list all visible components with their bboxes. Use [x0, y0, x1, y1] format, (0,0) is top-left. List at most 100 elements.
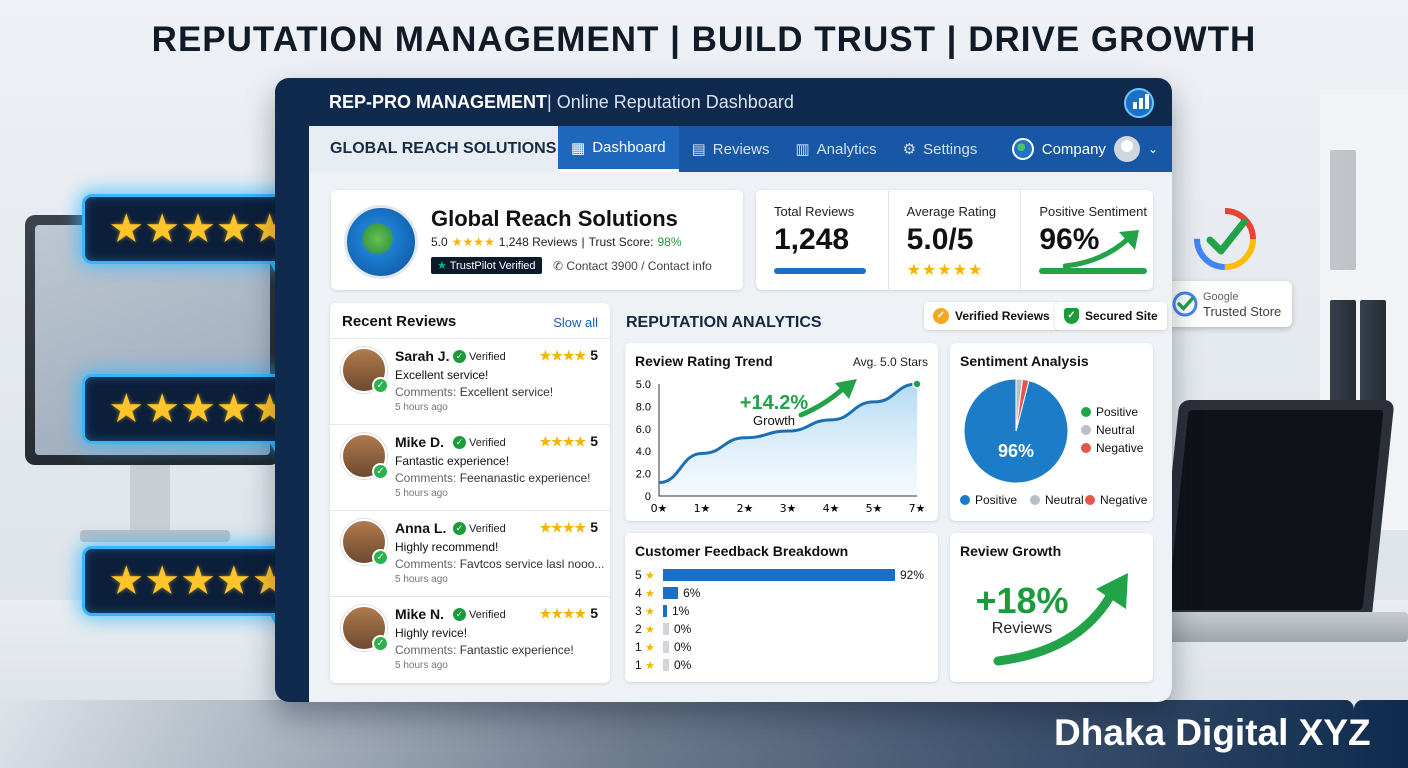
brand-mark: Dhaka Digital XYZ [1054, 712, 1371, 753]
review-score: ★★★★ 5 [540, 519, 598, 536]
stat-label: Average Rating [906, 204, 997, 219]
x-tick-label: 2★ [737, 502, 754, 515]
y-tick-label: 4.0 [636, 446, 651, 458]
x-tick-label: 0★ [651, 502, 668, 515]
growth-value: +18% [975, 580, 1068, 621]
feedback-percent: 1% [672, 604, 690, 618]
reviewer-name: Anna L. [395, 520, 447, 536]
check-icon: ✓ [933, 308, 949, 324]
star-icon: ★ [645, 606, 655, 618]
y-tick-label: 8.0 [636, 401, 651, 413]
globe-icon [1011, 138, 1034, 160]
reviewer-name: Mike N. [395, 606, 445, 622]
reviewer-name: Sarah J. [395, 348, 450, 364]
star-rating-icons: ★★★★★ [108, 559, 288, 603]
review-time: 5 hours ago [395, 402, 448, 413]
review-item[interactable]: ✓ Mike N. ✓ Verified ★★★★ 5 Highly revice! Comm… [330, 596, 610, 682]
badge-label: TrustPilot Verified [449, 260, 536, 272]
google-label: Google [1203, 291, 1239, 303]
check-icon: ✓ [453, 436, 466, 449]
top-nav: GLOBAL REACH SOLUTIONS ▦ Dashboard ▤ Revie… [309, 126, 1172, 172]
review-item[interactable]: ✓ Sarah J. ✓ Verified ★★★★ 5 Excellent service… [330, 338, 610, 424]
comment-label: Comments: [395, 557, 457, 571]
pill-label: Verified Reviews [955, 309, 1050, 323]
gear-icon: ⚙ [902, 141, 917, 158]
window-title-bold: REP-PRO MANAGEMENT [329, 91, 548, 112]
stat-positive-sentiment: Positive Sentiment 96% [1021, 190, 1153, 290]
stat-value: 1,248 [774, 223, 850, 256]
stat-average-rating: Average Rating 5.0/5 ★★★★★ [889, 190, 1022, 290]
tab-reviews[interactable]: ▤ Reviews [679, 126, 783, 172]
avatar[interactable] [1113, 136, 1140, 162]
feedback-bar [663, 623, 669, 635]
pie-center-label: 96% [998, 441, 1034, 461]
star-icons: ★★★★★ [906, 262, 984, 279]
comment-label: Comments: [395, 385, 457, 399]
feedback-percent: 6% [683, 586, 701, 600]
comment-label: Comments: [395, 643, 457, 657]
secured-site-pill[interactable]: ✓ Secured Site [1055, 302, 1167, 330]
y-tick-label: 5.0 [636, 379, 651, 391]
company-name: Global Reach Solutions [431, 206, 678, 231]
monitor-stand [130, 465, 170, 535]
legend-negative: Negative [1081, 441, 1143, 455]
feedback-row: 2 ★ 0% [635, 622, 691, 636]
review-count: 1,248 Reviews [498, 235, 578, 249]
analytics-title: REPUTATION ANALYTICS [626, 314, 822, 331]
x-tick-label: 4★ [823, 502, 840, 515]
tab-analytics[interactable]: ▥ Analytics [782, 126, 889, 172]
check-icon: ✓ [372, 549, 389, 566]
company-menu[interactable]: Company ⌄ [1011, 136, 1172, 162]
tab-dashboard[interactable]: ▦ Dashboard [558, 126, 679, 172]
tab-settings[interactable]: ⚙ Settings [890, 126, 991, 172]
growth-label: Reviews [992, 620, 1052, 637]
reviewer-avatar: ✓ [341, 605, 389, 652]
bar-chart-icon: ▥ [795, 141, 810, 158]
trust-label: Trust Score: [588, 235, 654, 249]
review-comment: Comments: Excellent service! [395, 385, 553, 399]
review-item[interactable]: ✓ Mike D. ✓ Verified ★★★★ 5 Fantastic experien… [330, 424, 610, 510]
trusted-store-label: Trusted Store [1203, 304, 1282, 319]
legend-label: Neutral [1096, 423, 1135, 437]
message-icon: ▤ [691, 141, 706, 158]
verified-label: Verified [469, 608, 506, 621]
tab-label: Settings [923, 140, 978, 158]
star-icon: ★ [645, 570, 655, 582]
trend-end-point[interactable] [912, 379, 922, 389]
chevron-down-icon[interactable]: ⌄ [1148, 142, 1158, 156]
review-comment: Comments: Fantastic experience! [395, 643, 574, 657]
comment-text: Fantastic experience! [459, 643, 574, 657]
legend-label: Negative [1100, 493, 1148, 507]
legend-bottom-negative: Negative [1085, 493, 1147, 507]
reviewer-name: Mike D. [395, 434, 445, 450]
feedback-bar [663, 587, 679, 599]
check-icon: ✓ [453, 350, 466, 363]
show-all-link[interactable]: Slow all [553, 315, 598, 330]
legend-bottom-neutral: Neutral [1030, 493, 1084, 507]
verified-badge: ✓ Verified [453, 608, 506, 621]
company-label: Company [1041, 140, 1106, 158]
check-icon: ✓ [372, 377, 389, 394]
reviewer-avatar: ✓ [341, 347, 389, 394]
legend-label: Positive [975, 493, 1018, 507]
reviewer-avatar: ✓ [341, 433, 389, 480]
window-title: REP-PRO MANAGEMENT | Online Reputation D… [275, 78, 1172, 126]
progress-bar [774, 268, 866, 274]
y-tick-label: 6.0 [636, 424, 651, 436]
feedback-title: Customer Feedback Breakdown [635, 543, 849, 559]
verified-reviews-pill[interactable]: ✓ Verified Reviews [924, 302, 1059, 330]
review-text: Highly revice! [395, 626, 468, 640]
feedback-breakdown-card: Customer Feedback Breakdown 5 ★ 92% 4 ★ 6% 3… [625, 533, 938, 682]
check-icon: ✓ [372, 463, 389, 480]
review-item[interactable]: ✓ Anna L. ✓ Verified ★★★★ 5 Highly recommend! C… [330, 510, 610, 596]
growth-arrow-head-icon [835, 379, 857, 399]
contact-info[interactable]: ✆ Contact 3900 / Contact info [553, 259, 712, 273]
verified-badge: ✓ Verified [453, 436, 506, 449]
stat-value: 5.0/5 [906, 223, 974, 256]
phone-icon: ✆ [553, 259, 564, 273]
score-value: 5 [590, 519, 598, 535]
sentiment-card: Sentiment Analysis 96% Positive Neutral … [950, 343, 1153, 521]
trend-up-arrow-icon [1063, 230, 1140, 268]
recent-reviews-title: Recent Reviews [342, 313, 457, 330]
comment-text: Excellent service! [459, 385, 554, 399]
